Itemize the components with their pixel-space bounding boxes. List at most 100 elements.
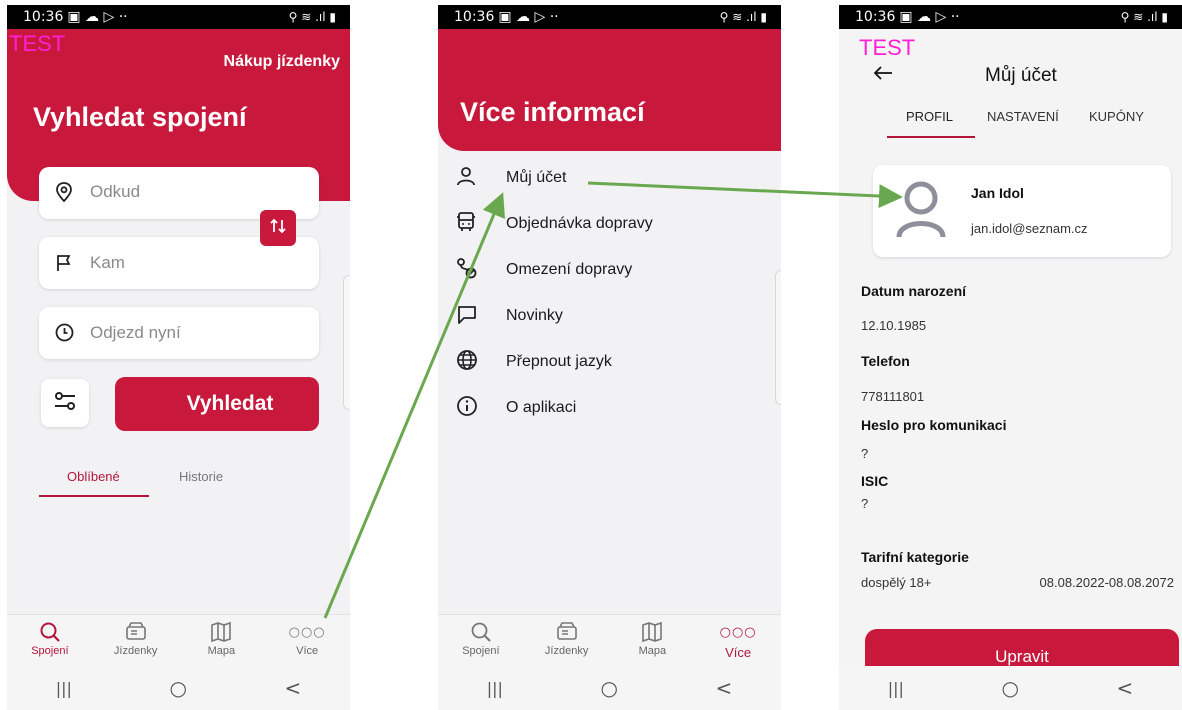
user-name: Jan Idol	[971, 185, 1024, 201]
tab-jizdenky[interactable]: Jízdenky	[527, 621, 607, 657]
search-button[interactable]: Vyhledat	[115, 377, 319, 431]
map-icon	[210, 621, 232, 645]
menu-item-switch-language[interactable]: Přepnout jazyk	[456, 347, 771, 377]
status-signal-icons: ⚲ ≋ .ıl ▮	[719, 10, 767, 24]
buy-ticket-link[interactable]: Nákup jízdenky	[224, 53, 340, 71]
swap-button[interactable]	[260, 210, 296, 246]
menu-item-my-account[interactable]: Můj účet	[456, 163, 771, 193]
status-time: 10:36	[855, 9, 896, 25]
home-button[interactable]: ○	[169, 676, 186, 700]
tab-profil-underline	[887, 136, 975, 138]
back-button[interactable]: <	[1116, 676, 1133, 700]
departure-field[interactable]: Odjezd nyní	[39, 307, 319, 359]
canvas: 10:36 ▣ ☁ ▷ ·· ⚲ ≋ .ıl ▮ TEST Nákup jízde…	[0, 0, 1182, 710]
tab-vice[interactable]: ○○○ Více	[267, 621, 347, 657]
tab-label: Mapa	[638, 645, 667, 657]
phone-more-info-screen: 10:36 ▣ ☁ ▷ ·· ⚲ ≋ .ıl ▮ Více informací M…	[438, 5, 781, 710]
departure-input[interactable]: Odjezd nyní	[90, 323, 181, 343]
status-notification-icons: ▣ ☁ ▷ ··	[899, 9, 960, 25]
home-button[interactable]: ○	[600, 676, 617, 700]
chat-icon	[456, 303, 490, 330]
menu-item-news[interactable]: Novinky	[456, 301, 771, 331]
recents-button[interactable]: |||	[888, 679, 904, 698]
avatar-icon	[895, 179, 947, 244]
to-input[interactable]: Kam	[90, 253, 125, 273]
location-pin-icon	[55, 182, 73, 207]
user-email: jan.idol@seznam.cz	[971, 221, 1088, 236]
tab-favorites-underline	[39, 495, 149, 497]
user-card: Jan Idol jan.idol@seznam.cz	[873, 165, 1171, 257]
comm-password-value: ?	[861, 446, 869, 461]
tab-spojeni[interactable]: Spojení	[441, 621, 521, 657]
tab-profil[interactable]: PROFIL	[906, 109, 953, 124]
tab-favorites[interactable]: Oblíbené	[67, 469, 120, 484]
page-title: Můj účet	[985, 65, 1057, 86]
menu-item-transport-order[interactable]: Objednávka dopravy	[456, 209, 771, 239]
tab-vice[interactable]: ○○○ Více	[698, 621, 778, 660]
tariff-label: Tarifní kategorie	[861, 549, 969, 565]
phone-search-screen: 10:36 ▣ ☁ ▷ ·· ⚲ ≋ .ıl ▮ TEST Nákup jízde…	[7, 5, 350, 710]
tab-mapa[interactable]: Mapa	[181, 621, 261, 657]
status-time: 10:36	[23, 9, 64, 25]
search-button-label: Vyhledat	[186, 392, 274, 415]
tab-spojeni[interactable]: Spojení	[10, 621, 90, 657]
back-button[interactable]: <	[284, 676, 301, 700]
tab-label: Spojení	[462, 645, 500, 657]
status-notification-icons: ▣ ☁ ▷ ··	[67, 9, 128, 25]
status-signal-icons: ⚲ ≋ .ıl ▮	[1120, 10, 1168, 24]
more-icon: ○○○	[719, 625, 757, 640]
back-arrow-icon[interactable]	[873, 65, 893, 86]
comm-password-label: Heslo pro komunikaci	[861, 417, 1007, 433]
page-title: Vyhledat spojení	[33, 102, 247, 132]
menu-item-traffic-restrictions[interactable]: Omezení dopravy	[456, 255, 771, 285]
tab-label: Více	[725, 645, 752, 660]
tab-label: Spojení	[31, 645, 69, 657]
test-label: TEST	[859, 35, 916, 60]
system-nav-bar: ||| ○ <	[438, 666, 781, 710]
test-label: TEST	[9, 31, 66, 56]
tariff-value: dospělý 18+	[861, 575, 932, 590]
from-input[interactable]: Odkud	[90, 182, 140, 202]
search-icon	[39, 621, 61, 645]
route-icon	[456, 257, 490, 284]
home-button[interactable]: ○	[1001, 676, 1018, 700]
tab-label: Více	[296, 645, 319, 657]
menu-label: Omezení dopravy	[506, 261, 633, 278]
tab-label: Jízdenky	[544, 645, 589, 657]
search-icon	[470, 621, 492, 645]
side-panel-edge	[343, 275, 350, 410]
swap-icon	[269, 217, 287, 240]
status-bar: 10:36 ▣ ☁ ▷ ·· ⚲ ≋ .ıl ▮	[839, 5, 1182, 29]
filter-icon	[53, 390, 77, 417]
birthdate-label: Datum narození	[861, 283, 967, 299]
tab-history[interactable]: Historie	[179, 469, 223, 484]
ticket-icon	[555, 621, 579, 645]
page-title: Více informací	[460, 97, 645, 127]
side-panel-edge	[775, 270, 781, 405]
header-background	[438, 29, 781, 151]
tariff-validity: 08.08.2022-08.08.2072	[1039, 575, 1174, 590]
phone-label: Telefon	[861, 353, 910, 369]
globe-icon	[456, 349, 490, 376]
status-time: 10:36	[454, 9, 495, 25]
tab-label: Jízdenky	[113, 645, 158, 657]
bottom-tab-bar: Spojení Jízdenky Mapa ○○○ Více	[7, 614, 350, 666]
status-signal-icons: ⚲ ≋ .ıl ▮	[288, 10, 336, 24]
back-button[interactable]: <	[715, 676, 732, 700]
tab-mapa[interactable]: Mapa	[612, 621, 692, 657]
person-icon	[456, 165, 490, 192]
ticket-icon	[124, 621, 148, 645]
recents-button[interactable]: |||	[56, 679, 72, 698]
menu-item-about[interactable]: O aplikaci	[456, 393, 771, 423]
isic-value: ?	[861, 496, 869, 511]
tab-jizdenky[interactable]: Jízdenky	[96, 621, 176, 657]
menu-label: Přepnout jazyk	[506, 353, 612, 370]
status-bar: 10:36 ▣ ☁ ▷ ·· ⚲ ≋ .ıl ▮	[7, 5, 350, 29]
tab-label: Mapa	[207, 645, 236, 657]
tab-kupony[interactable]: KUPÓNY	[1089, 109, 1144, 124]
birthdate-value: 12.10.1985	[861, 318, 927, 333]
menu-label: Objednávka dopravy	[506, 215, 653, 232]
recents-button[interactable]: |||	[487, 679, 503, 698]
tab-nastaveni[interactable]: NASTAVENÍ	[987, 109, 1059, 124]
filter-button[interactable]	[41, 379, 89, 427]
